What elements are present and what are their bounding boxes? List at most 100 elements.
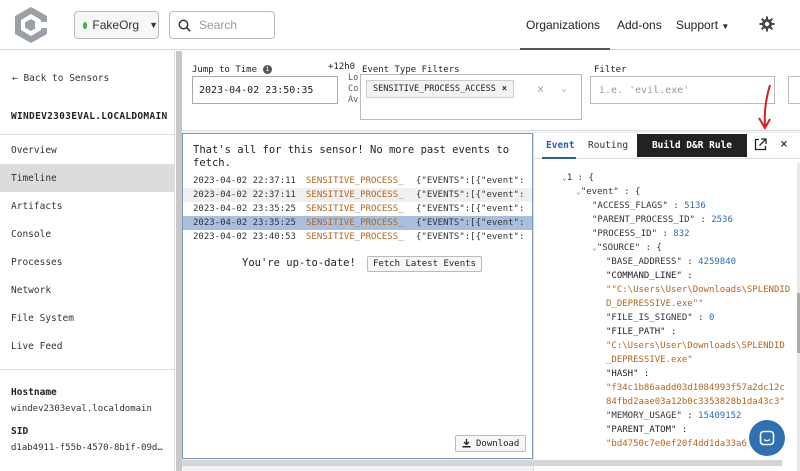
sidebar-item-timeline[interactable]: Timeline xyxy=(0,164,175,192)
truncated-option: Co xyxy=(348,84,359,94)
json-number: 15409152 xyxy=(698,411,742,421)
filter-apply-button[interactable] xyxy=(788,76,800,104)
gear-icon[interactable] xyxy=(759,16,775,32)
sensor-hostname-title: WINDEV2303EVAL.LOCALDOMAIN xyxy=(11,111,168,122)
event-payload: {"EVENTS":[{"event": xyxy=(416,204,525,214)
json-line: 1 : { xyxy=(566,173,594,183)
tab-event[interactable]: Event xyxy=(546,140,575,151)
detail-tabs: Event Routing Build D&R Rule × xyxy=(534,84,800,159)
sidebar-item-artifacts[interactable]: Artifacts xyxy=(0,192,175,220)
json-key: "PARENT_ATOM" : xyxy=(606,425,688,435)
fetch-latest-events-button[interactable]: Fetch Latest Events xyxy=(367,256,482,272)
org-selector[interactable]: FakeOrg ▼ xyxy=(74,11,159,39)
json-key: "COMMAND_LINE" : xyxy=(606,271,693,281)
json-line: "PARENT_PROCESS_ID" : 2536 xyxy=(592,213,733,227)
chevron-down-icon: ▼ xyxy=(149,20,158,30)
main-content: Jump to Time i 2023-04-02 23:50:35 +12h0… xyxy=(182,51,800,471)
truncated-option: Av xyxy=(348,95,359,105)
download-button[interactable]: Download xyxy=(455,435,527,452)
event-type: SENSITIVE_PROCESS_ xyxy=(306,190,404,200)
active-tab-indicator xyxy=(542,157,576,159)
json-line: "FILE_IS_SIGNED" : 0 xyxy=(606,311,714,325)
event-type-tag: SENSITIVE_PROCESS_ACCESS × xyxy=(366,80,514,98)
timeline-row[interactable]: 2023-04-02 23:40:53 SENSITIVE_PROCESS_ {… xyxy=(183,230,532,244)
chat-icon xyxy=(759,430,775,446)
chevron-down-icon[interactable]: ⌄ xyxy=(561,83,567,94)
timeline-row-selected[interactable]: 2023-04-02 23:35:25 SENSITIVE_PROCESS_ {… xyxy=(183,216,532,230)
json-event-node[interactable]: ⌄"event" : { xyxy=(576,185,640,199)
nav-addons[interactable]: Add-ons xyxy=(617,18,662,32)
json-line: "BASE_ADDRESS" : 4259840 xyxy=(606,255,736,269)
jump-to-time-label: Jump to Time xyxy=(192,65,258,75)
remove-tag-icon[interactable]: × xyxy=(502,84,507,94)
json-key: "PROCESS_ID" : xyxy=(592,229,668,239)
event-payload: {"EVENTS":[{"event": xyxy=(416,176,525,186)
search-input[interactable]: Search xyxy=(169,11,275,39)
annotation-arrow-icon xyxy=(758,84,771,130)
timeline-row[interactable]: 2023-04-02 22:37:11 SENSITIVE_PROCESS_ {… xyxy=(183,174,532,188)
nav-active-indicator xyxy=(520,48,610,50)
close-icon[interactable]: × xyxy=(780,137,788,152)
search-icon xyxy=(178,19,191,32)
sidebar-item-processes[interactable]: Processes xyxy=(0,248,175,276)
info-icon[interactable]: i xyxy=(263,65,272,74)
timeline-row[interactable]: 2023-04-02 23:35:25 SENSITIVE_PROCESS_ {… xyxy=(183,202,532,216)
json-string: 84fbd2aae03a12b0c3353828b1da43c3" xyxy=(606,397,785,407)
build-dr-rule-tooltip: Build D&R Rule xyxy=(637,134,747,157)
json-key: "HASH" : xyxy=(606,369,650,379)
sidebar-item-live-feed[interactable]: Live Feed xyxy=(0,332,175,360)
sidebar-item-file-system[interactable]: File System xyxy=(0,304,175,332)
json-number: 832 xyxy=(673,229,690,239)
timeline-row[interactable]: 2023-04-02 22:37:11 SENSITIVE_PROCESS_ {… xyxy=(183,188,532,202)
event-payload: {"EVENTS":[{"event": xyxy=(416,190,525,200)
json-number: 4259840 xyxy=(698,257,737,267)
event-type-tag-label: SENSITIVE_PROCESS_ACCESS xyxy=(373,84,496,94)
json-number: 5136 xyxy=(684,201,706,211)
json-string: "f34c1b86aadd03d1084993f57a2dc12c xyxy=(606,383,785,393)
nav-support[interactable]: Support ▼ xyxy=(676,18,729,32)
json-key: "FILE_IS_SIGNED" : xyxy=(606,313,704,323)
divider xyxy=(0,369,175,370)
json-string: D_DEPRESSIVE.exe"" xyxy=(606,299,704,309)
json-key: "ACCESS_FLAGS" : xyxy=(592,201,679,211)
chat-support-button[interactable] xyxy=(749,420,785,456)
sidebar-item-overview[interactable]: Overview xyxy=(0,136,175,164)
sid-value: d1ab4911-f55b-4570-8b1f-09d… xyxy=(11,443,163,453)
json-line: "MEMORY_USAGE" : 15409152 xyxy=(606,409,741,423)
truncated-option: Lo xyxy=(348,73,359,83)
json-number: 2536 xyxy=(711,215,733,225)
sidebar-item-console[interactable]: Console xyxy=(0,220,175,248)
timeline-panel: That's all for this sensor! No more past… xyxy=(182,133,533,459)
json-key: "MEMORY_USAGE" : xyxy=(606,411,693,421)
download-label: Download xyxy=(476,438,520,449)
json-source-node[interactable]: ⌄"SOURCE" : { xyxy=(592,241,662,255)
sidebar-item-network[interactable]: Network xyxy=(0,276,175,304)
download-icon xyxy=(462,439,471,448)
sensor-sidebar: ← Back to Sensors WINDEV2303EVAL.LOCALDO… xyxy=(0,51,175,471)
jump-to-time-input[interactable]: 2023-04-02 23:50:35 xyxy=(192,76,338,104)
json-string: "bd4750c7e0ef20f4dd1da33a6 xyxy=(606,439,747,449)
horizontal-scrollbar[interactable] xyxy=(182,460,782,466)
time-offset-label: +12h0 xyxy=(328,62,356,72)
event-time: 2023-04-02 22:37:11 xyxy=(193,176,296,186)
event-type-filter-select[interactable]: SENSITIVE_PROCESS_ACCESS × × ⌄ xyxy=(360,74,582,120)
org-name: FakeOrg xyxy=(92,18,140,32)
hostname-label: Hostname xyxy=(11,387,57,398)
json-line: "PROCESS_ID" : 832 xyxy=(592,227,690,241)
nav-organizations[interactable]: Organizations xyxy=(526,18,600,32)
limacharlie-logo-icon[interactable] xyxy=(12,6,50,44)
back-to-sensors-link[interactable]: ← Back to Sensors xyxy=(12,73,109,84)
open-external-icon[interactable] xyxy=(754,138,767,151)
json-root[interactable]: ⌄1 : { xyxy=(562,171,594,185)
json-key: "BASE_ADDRESS" : xyxy=(606,257,693,267)
clear-icon[interactable]: × xyxy=(537,82,544,96)
json-key: "FILE_PATH" : xyxy=(606,327,677,337)
caret-down-icon: ▼ xyxy=(721,22,730,31)
nav-support-label: Support xyxy=(676,18,719,32)
tab-routing[interactable]: Routing xyxy=(588,140,628,151)
event-type: SENSITIVE_PROCESS_ xyxy=(306,232,404,242)
event-payload: {"EVENTS":[{"event": xyxy=(416,218,525,228)
uptodate-message: You're up-to-date! xyxy=(242,257,356,269)
search-placeholder: Search xyxy=(199,18,238,32)
hostname-value: windev2303eval.localdomain xyxy=(11,404,152,414)
